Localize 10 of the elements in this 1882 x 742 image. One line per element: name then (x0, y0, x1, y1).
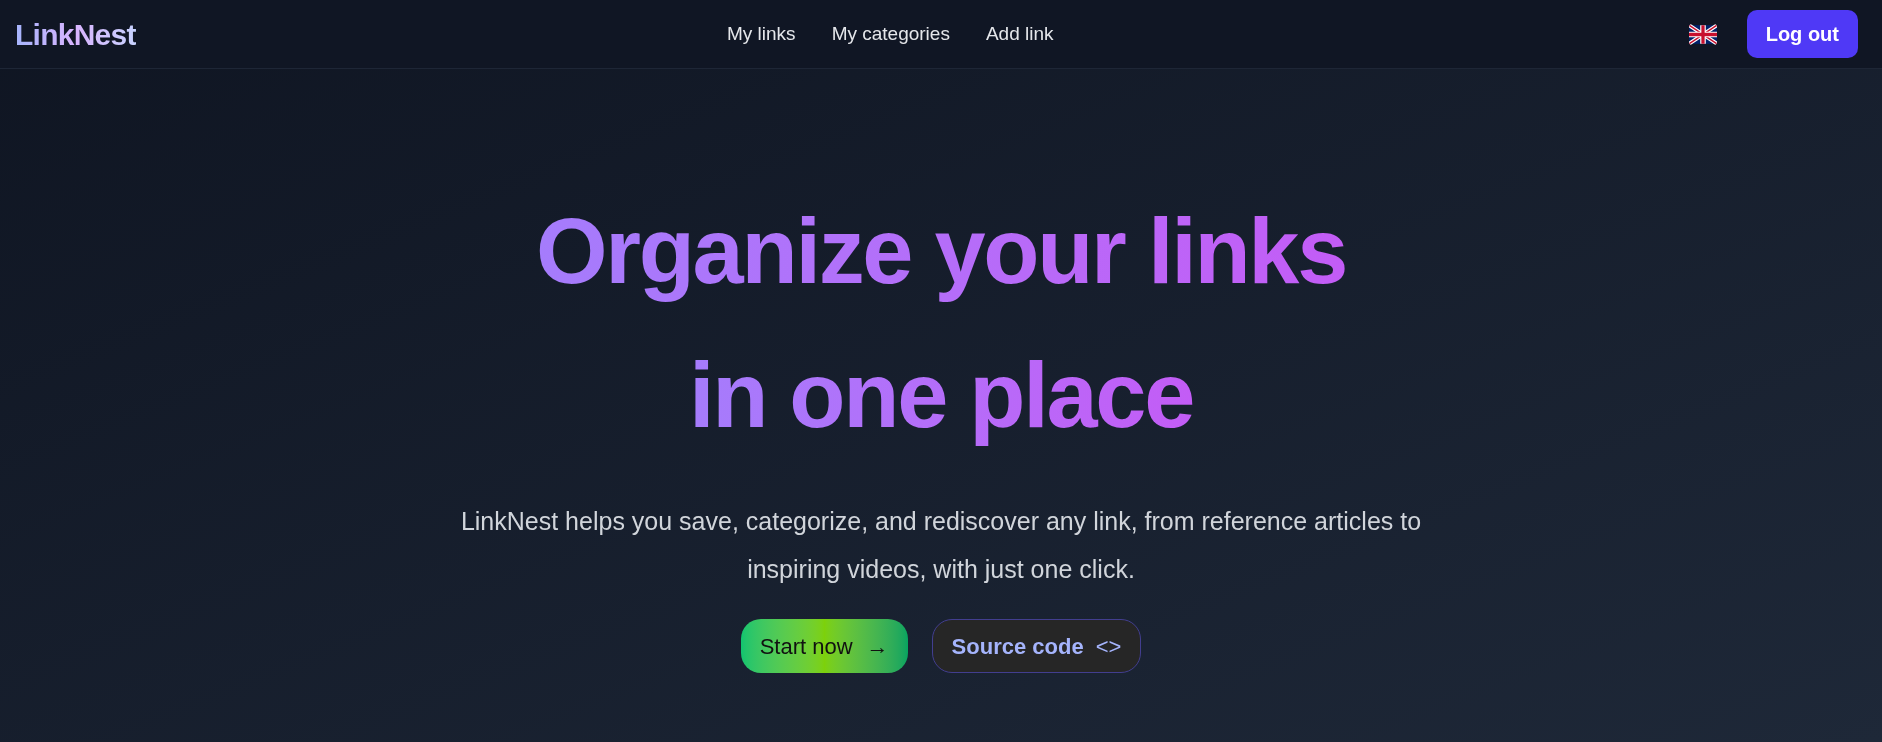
nav-link[interactable]: My categories (831, 19, 950, 49)
nav-link[interactable]: My links (727, 19, 796, 49)
button-icon: → (866, 629, 889, 663)
hero-subtitle: LinkNest helps you save, categorize, and rediscover any link, from reference articles to inspiring videos, with just one click. (459, 506, 1423, 585)
nav-link[interactable]: Add link (985, 19, 1054, 49)
logout-button[interactable]: Log out (1746, 10, 1858, 58)
source-code-button[interactable]: Source code <> (931, 619, 1142, 673)
flag-icon[interactable] (1688, 23, 1717, 45)
button-icon: <> (1095, 629, 1122, 663)
start-now-button[interactable]: Start now → (740, 619, 908, 673)
